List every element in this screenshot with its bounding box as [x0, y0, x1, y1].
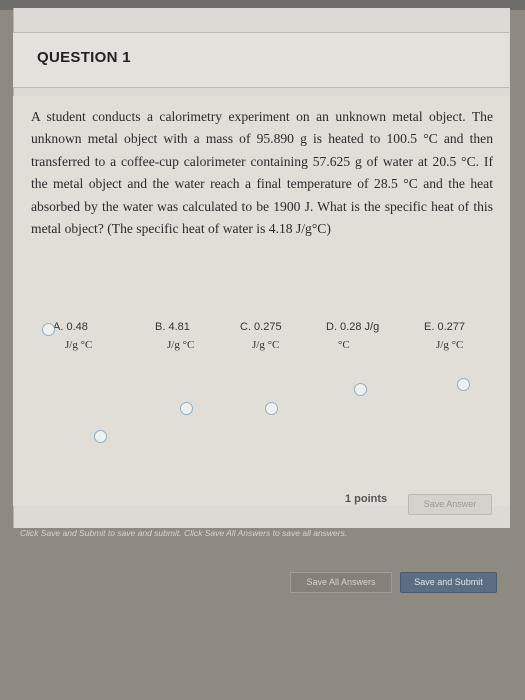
- option-a-label: A. 0.48: [53, 321, 88, 333]
- option-b-label: B. 4.81: [155, 321, 190, 333]
- option-e-radio[interactable]: [457, 378, 470, 391]
- question-title: QUESTION 1: [37, 49, 131, 66]
- save-all-answers-button[interactable]: Save All Answers: [290, 572, 392, 593]
- option-d[interactable]: D. 0.28 J/g °C: [326, 321, 379, 351]
- option-c[interactable]: C. 0.275 J/g °C: [240, 321, 282, 351]
- points-label: 1 points: [345, 493, 388, 505]
- option-b-unit: J/g °C: [167, 339, 195, 351]
- footer-help-text: Click Save and Submit to save and submit…: [20, 528, 348, 538]
- option-a[interactable]: A. 0.48 J/g °C: [53, 321, 92, 351]
- option-a-radio[interactable]: [42, 323, 55, 336]
- option-c-label: C. 0.275: [240, 321, 282, 333]
- question-text: A student conducts a calorimetry experim…: [31, 109, 493, 237]
- option-e-label: E. 0.277: [424, 321, 465, 333]
- question-body: A student conducts a calorimetry experim…: [13, 96, 509, 506]
- option-b[interactable]: B. 4.81 J/g °C: [155, 321, 194, 351]
- option-b-radio[interactable]: [180, 402, 193, 415]
- option-e[interactable]: E. 0.277 J/g °C: [424, 321, 465, 351]
- option-a-radio-alt[interactable]: [94, 430, 107, 443]
- option-e-unit: J/g °C: [436, 339, 464, 351]
- option-d-radio[interactable]: [354, 383, 367, 396]
- save-answer-button[interactable]: Save Answer: [408, 494, 492, 515]
- option-c-radio[interactable]: [265, 402, 278, 415]
- option-c-unit: J/g °C: [252, 339, 280, 351]
- option-d-unit: °C: [338, 339, 350, 351]
- question-header: QUESTION 1: [13, 32, 509, 88]
- save-and-submit-button[interactable]: Save and Submit: [400, 572, 497, 593]
- option-d-label: D. 0.28 J/g: [326, 321, 380, 333]
- option-a-unit: J/g °C: [65, 339, 93, 351]
